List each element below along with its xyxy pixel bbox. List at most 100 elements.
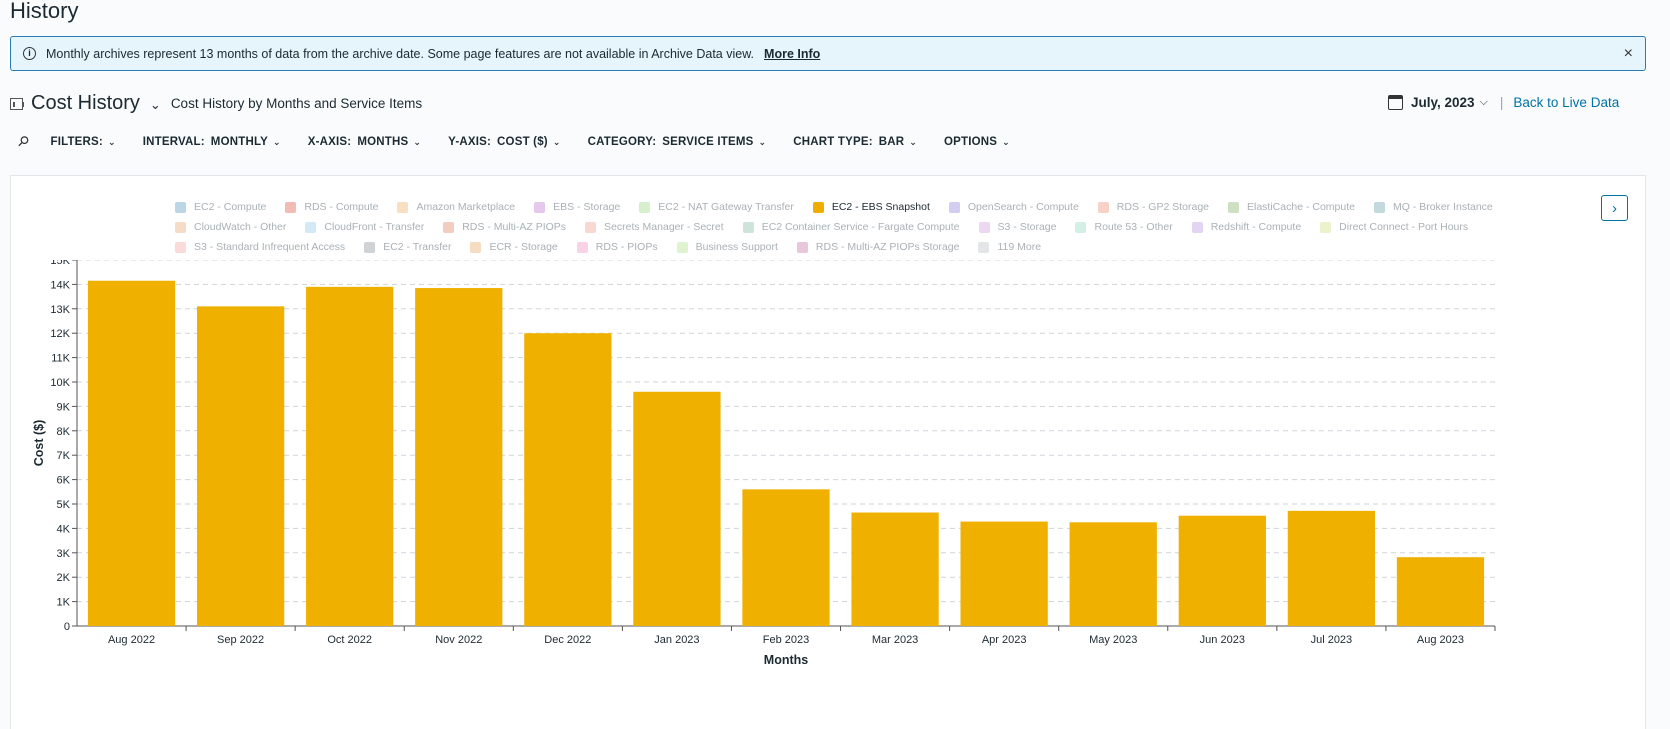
- legend-swatch: [1228, 201, 1239, 213]
- x-tick-label: Oct 2022: [327, 634, 372, 646]
- legend-item[interactable]: Route 53 - Other: [1075, 221, 1173, 233]
- chart-type-dropdown[interactable]: CHART TYPE: BAR ⌄: [793, 136, 917, 148]
- y-axis-title: Cost ($): [32, 420, 46, 467]
- legend-item[interactable]: EC2 - EBS Snapshot: [812, 201, 930, 213]
- legend-item[interactable]: Direct Connect - Port Hours: [1320, 221, 1468, 233]
- legend-item[interactable]: EC2 - Transfer: [364, 241, 451, 253]
- y-tick-label: 2K: [57, 572, 71, 584]
- x-tick-label: Apr 2023: [982, 634, 1027, 646]
- legend-swatch: [1320, 221, 1332, 233]
- y-axis-dropdown[interactable]: Y-AXIS: COST ($) ⌄: [448, 136, 560, 148]
- legend-label: Secrets Manager - Secret: [604, 221, 724, 233]
- filters-dropdown[interactable]: FILTERS: ⌄: [50, 136, 115, 148]
- bar[interactable]: [1069, 522, 1157, 626]
- legend-item[interactable]: ECR - Storage: [470, 241, 558, 253]
- y-tick-label: 0: [64, 621, 70, 633]
- legend-label: EBS - Storage: [553, 201, 621, 213]
- options-dropdown[interactable]: OPTIONS ⌄: [944, 136, 1010, 148]
- banner-message: Monthly archives represent 13 months of …: [46, 46, 755, 61]
- interval-dropdown[interactable]: INTERVAL: MONTHLY ⌄: [143, 136, 281, 148]
- legend-item[interactable]: RDS - GP2 Storage: [1097, 201, 1209, 213]
- legend-label: 119 More: [997, 241, 1042, 253]
- bar[interactable]: [196, 306, 285, 626]
- legend-item[interactable]: EC2 Container Service - Fargate Compute: [742, 221, 960, 233]
- legend-next-button[interactable]: ›: [1601, 195, 1628, 221]
- legend-item[interactable]: ElastiCache - Compute: [1228, 201, 1355, 213]
- chevron-down-icon[interactable]: ⌄: [150, 97, 161, 113]
- bar[interactable]: [633, 391, 721, 626]
- bar[interactable]: [306, 286, 394, 626]
- legend-item[interactable]: Business Support: [676, 241, 778, 253]
- legend-swatch: [175, 201, 186, 213]
- bar[interactable]: [851, 512, 939, 626]
- bar[interactable]: [960, 521, 1048, 626]
- legend-item[interactable]: CloudFront - Transfer: [305, 221, 424, 233]
- category-dropdown[interactable]: CATEGORY: SERVICE ITEMS ⌄: [588, 136, 767, 148]
- legend-label: EC2 - NAT Gateway Transfer: [658, 201, 794, 213]
- legend-item[interactable]: Secrets Manager - Secret: [585, 221, 724, 233]
- legend-item[interactable]: RDS - Compute: [285, 201, 378, 213]
- bar[interactable]: [1287, 510, 1376, 626]
- archive-info-banner: i Monthly archives represent 13 months o…: [10, 36, 1646, 71]
- legend-swatch: [364, 241, 376, 253]
- chart-toolbar: ⚲ FILTERS: ⌄ INTERVAL: MONTHLY ⌄ X-AXIS: MON…: [14, 132, 1037, 151]
- legend-item[interactable]: RDS - PIOPs: [576, 241, 658, 253]
- bar[interactable]: [1178, 515, 1266, 626]
- section-title[interactable]: Cost History: [31, 92, 140, 115]
- bar[interactable]: [524, 333, 612, 626]
- legend-label: CloudFront - Transfer: [324, 221, 425, 233]
- legend-item[interactable]: OpenSearch - Compute: [948, 201, 1079, 213]
- legend-swatch: [175, 241, 186, 253]
- legend-item[interactable]: RDS - Multi-AZ PIOPs Storage: [796, 241, 959, 253]
- legend-item[interactable]: S3 - Standard Infrequent Access: [175, 241, 345, 253]
- legend-swatch: [470, 241, 482, 253]
- y-tick-label: 4K: [57, 523, 71, 535]
- info-icon: i: [23, 47, 36, 60]
- archive-date-dropdown[interactable]: July, 2023: [1411, 95, 1475, 110]
- y-tick-label: 9K: [57, 401, 71, 413]
- legend-item[interactable]: S3 - Storage: [978, 221, 1056, 233]
- legend-item[interactable]: EC2 - Compute: [175, 201, 266, 213]
- legend-swatch: [1191, 221, 1203, 233]
- back-to-live-data-link[interactable]: Back to Live Data: [1513, 95, 1619, 110]
- legend-item[interactable]: MQ - Broker Instance: [1373, 201, 1493, 213]
- legend-swatch: [1097, 201, 1109, 213]
- legend-label: Route 53 - Other: [1094, 221, 1173, 233]
- page-title: History: [10, 0, 79, 23]
- legend-swatch: [676, 241, 688, 253]
- legend-label: Direct Connect - Port Hours: [1339, 221, 1469, 233]
- legend-item[interactable]: EBS - Storage: [534, 201, 620, 213]
- x-tick-label: Feb 2023: [763, 634, 809, 646]
- legend-item[interactable]: RDS - Multi-AZ PIOPs: [443, 221, 566, 233]
- more-info-link[interactable]: More Info: [764, 47, 820, 61]
- legend-item[interactable]: 119 More: [978, 241, 1041, 253]
- bar[interactable]: [1396, 557, 1485, 626]
- legend-label: RDS - Compute: [304, 201, 379, 213]
- chevron-down-icon[interactable]: ⌵: [1480, 96, 1488, 109]
- legend-label: RDS - GP2 Storage: [1116, 201, 1209, 213]
- x-tick-label: Sep 2022: [217, 634, 264, 646]
- y-tick-label: 12K: [50, 328, 70, 340]
- pin-icon[interactable]: ⚲: [14, 132, 33, 151]
- divider: |: [1499, 95, 1504, 110]
- legend-row: EC2 - Compute RDS - Compute Amazon Marketp…: [175, 197, 1605, 217]
- legend-item[interactable]: EC2 - NAT Gateway Transfer: [639, 201, 794, 213]
- x-tick-label: Dec 2022: [544, 634, 591, 646]
- legend-swatch: [812, 201, 824, 213]
- bar[interactable]: [87, 280, 176, 626]
- section-header: Cost History ⌄ Cost History by Months an…: [10, 92, 422, 115]
- legend-item[interactable]: Redshift - Compute: [1191, 221, 1301, 233]
- x-tick-label: Aug 2022: [108, 634, 155, 646]
- close-icon[interactable]: ×: [1624, 45, 1633, 63]
- bar[interactable]: [415, 288, 503, 626]
- bar[interactable]: [742, 489, 830, 626]
- legend-item[interactable]: Amazon Marketplace: [397, 201, 515, 213]
- x-axis-dropdown[interactable]: X-AXIS: MONTHS ⌄: [308, 136, 421, 148]
- y-tick-label: 5K: [57, 499, 71, 511]
- legend-swatch: [948, 201, 960, 213]
- legend-swatch: [443, 221, 455, 233]
- legend-swatch: [742, 221, 754, 233]
- legend-item[interactable]: CloudWatch - Other: [175, 221, 286, 233]
- date-selector-area: July, 2023 ⌵ | Back to Live Data: [1388, 95, 1619, 110]
- legend-label: ECR - Storage: [489, 241, 558, 253]
